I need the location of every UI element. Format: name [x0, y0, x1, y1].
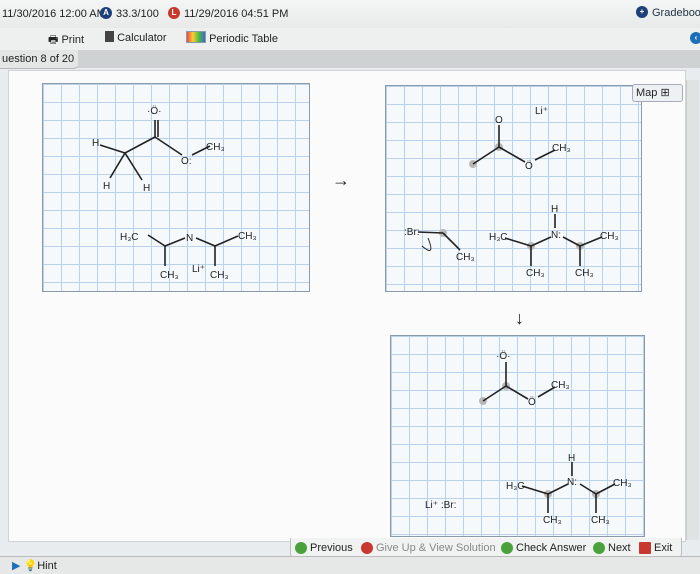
alkylated-product: ·Ö· Ö CH₃ Li⁺ :Br: H₃C N: H CH₃ CH₃ CH₃: [425, 350, 632, 526]
hint-button[interactable]: ▶ 💡Hint: [12, 559, 57, 572]
bromine: :Br:: [404, 227, 420, 238]
hydrogen: H: [103, 181, 110, 192]
bond-line: [195, 237, 216, 247]
nitrogen: N: [186, 233, 193, 244]
hydrogen: H: [143, 183, 150, 194]
exit-label: Exit: [654, 542, 673, 554]
previous-button[interactable]: Previous: [295, 542, 353, 554]
methyl-group: CH₃: [206, 142, 225, 153]
lithium-ion: Li⁺: [535, 106, 548, 117]
next-button[interactable]: Next: [593, 542, 631, 554]
methyl-group: CH₃: [613, 478, 632, 489]
bond-line: [579, 236, 603, 247]
give-up-icon: [361, 542, 373, 554]
bond-line: [521, 485, 549, 495]
hint-bar: ▶ 💡Hint: [0, 556, 700, 574]
bond-line: [482, 385, 507, 402]
methyl-group: CH₃: [526, 268, 545, 279]
exit-door-icon: [639, 542, 651, 554]
methyl-group: CH₃: [210, 270, 229, 281]
bond-line: [147, 234, 166, 247]
bond-line: [154, 136, 183, 156]
methyl-group: CH₃: [575, 268, 594, 279]
ester-oxygen: Ö: [525, 160, 533, 172]
bond-line: [547, 483, 569, 495]
methyl-group: CH₃: [591, 515, 610, 526]
give-up-button[interactable]: Give Up & View Solution: [361, 542, 496, 554]
bond-line: [504, 237, 532, 247]
hint-label: Hint: [37, 560, 57, 572]
bond-line: [498, 146, 526, 163]
bond-line: [579, 483, 597, 495]
methyl-group: CH₃: [543, 515, 562, 526]
carbonyl-oxygen: ·Ö·: [147, 105, 161, 117]
lithium-ion: Li⁺: [192, 264, 205, 275]
methyl-group: CH₃: [600, 231, 619, 242]
methyl-group: H₃C: [120, 232, 139, 243]
next-label: Next: [608, 542, 631, 554]
bond-line: [124, 152, 143, 181]
hydrogen: H: [568, 453, 575, 464]
previous-label: Previous: [310, 542, 353, 554]
methyl-group: CH₃: [238, 231, 257, 242]
check-answer-label: Check Answer: [516, 542, 587, 554]
bond-line: [421, 237, 432, 251]
check-icon: [501, 542, 513, 554]
nitrogen: N:: [567, 477, 577, 488]
reaction-arrow-down: ↓: [515, 308, 524, 328]
hydrogen: H: [92, 138, 99, 149]
methyl-group: CH₃: [551, 380, 570, 391]
bond-line: [164, 237, 186, 247]
lithium-bromide: Li⁺ :Br:: [425, 500, 456, 511]
oxygen: O: [495, 115, 503, 126]
bond-line: [417, 231, 444, 234]
bond-line: [442, 232, 461, 251]
bond-line: [505, 385, 529, 400]
check-answer-button[interactable]: Check Answer: [501, 542, 586, 554]
next-arrow-icon: [593, 542, 605, 554]
ester-oxygen: O:: [181, 156, 192, 167]
mechanism-drawing: ·Ö· H H H O: CH₃ H₃C N CH₃ CH₃ Li⁺ CH₃ →…: [92, 105, 632, 526]
bond-line: [530, 236, 552, 247]
bond-line: [99, 144, 126, 154]
exit-button[interactable]: Exit: [639, 542, 672, 554]
hydrogen: H: [551, 204, 558, 215]
bond-line: [214, 235, 239, 247]
methyl-group: CH₃: [160, 270, 179, 281]
hint-bulb-icon: 💡: [23, 560, 38, 572]
methyl-group: H₃C: [506, 481, 525, 492]
methyl-acetate-molecule: ·Ö· H H H O: CH₃: [92, 105, 225, 194]
bond-line: [562, 236, 581, 247]
bond-line: [109, 152, 126, 179]
give-up-label: Give Up & View Solution: [376, 542, 496, 554]
bond-line: [124, 136, 156, 154]
expand-triangle-icon: ▶: [12, 560, 21, 572]
lda-molecule: H₃C N CH₃ CH₃ Li⁺ CH₃: [120, 231, 257, 281]
reaction-arrow-right: →: [332, 170, 350, 190]
ester-oxygen: Ö: [528, 396, 536, 408]
previous-arrow-icon: [295, 542, 307, 554]
bond-line: [472, 146, 500, 165]
methyl-group: CH₃: [456, 252, 475, 263]
methyl-group: CH₃: [552, 143, 571, 154]
enolate-intermediate: O Li⁺ Ö CH₃ :Br: CH₃ H₃C N: H CH₃ CH₃ CH…: [404, 106, 619, 279]
nitrogen: N:: [551, 230, 561, 241]
methyl-group: H₃C: [489, 232, 508, 243]
oxygen: ·Ö·: [496, 350, 510, 362]
